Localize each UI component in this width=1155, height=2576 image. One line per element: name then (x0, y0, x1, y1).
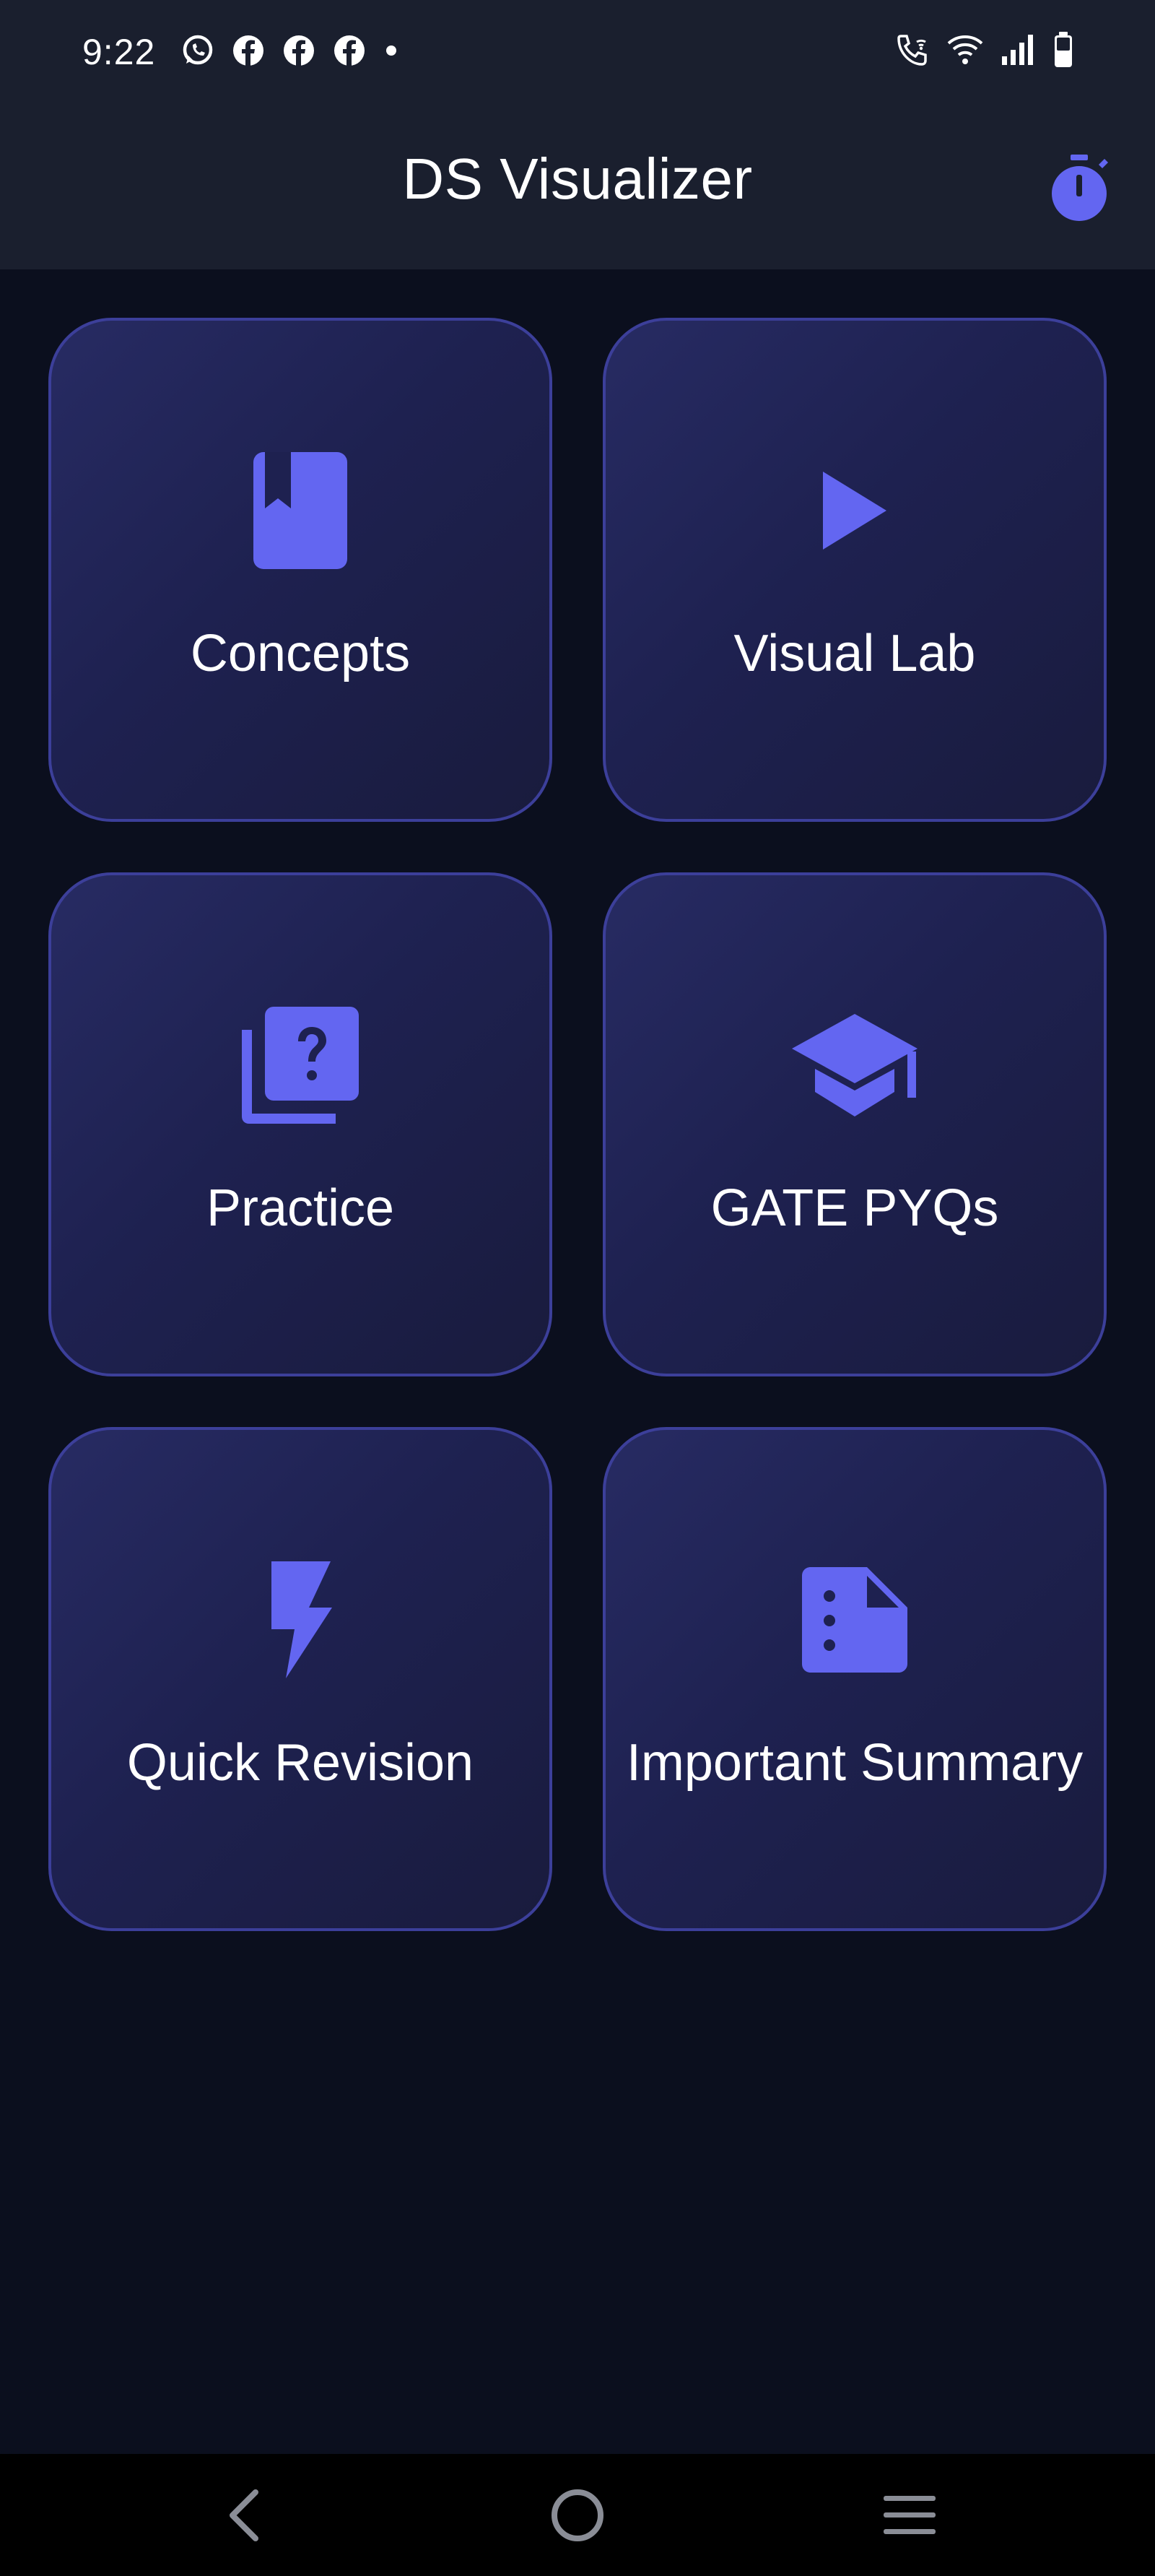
visual-lab-card[interactable]: Visual Lab (603, 318, 1107, 822)
facebook-icon (284, 35, 314, 66)
menu-grid: Concepts Visual Lab Practice GATE PYQs Q… (48, 318, 1107, 1931)
card-label: Quick Revision (126, 1734, 474, 1792)
app-bar: DS Visualizer (0, 101, 1155, 269)
recents-button[interactable] (866, 2483, 953, 2548)
practice-card[interactable]: Practice (48, 872, 552, 1376)
card-label: Important Summary (626, 1734, 1084, 1792)
important-summary-card[interactable]: Important Summary (603, 1427, 1107, 1931)
app-title: DS Visualizer (402, 147, 753, 211)
facebook-icon (233, 35, 263, 66)
quiz-icon (242, 1007, 359, 1124)
dot-icon (386, 45, 396, 56)
system-icons (895, 30, 1074, 69)
wifi-calling-icon (897, 35, 927, 66)
card-label: Concepts (190, 625, 411, 682)
status-bar: 9:22 (0, 0, 1155, 101)
timer-icon (1052, 155, 1108, 221)
book-bookmark-icon (253, 452, 347, 569)
notification-icons (180, 33, 400, 68)
card-label: Practice (206, 1179, 395, 1237)
facebook-icon (334, 35, 365, 66)
concepts-card[interactable]: Concepts (48, 318, 552, 822)
gate-pyqs-card[interactable]: GATE PYQs (603, 872, 1107, 1376)
document-icon (802, 1567, 907, 1673)
card-label: Visual Lab (733, 625, 976, 682)
card-label: GATE PYQs (710, 1179, 999, 1237)
signal-icon (1002, 35, 1033, 65)
home-icon (552, 2489, 603, 2541)
back-button[interactable] (201, 2483, 287, 2548)
status-time: 9:22 (82, 32, 156, 72)
battery-icon (1055, 32, 1072, 67)
quick-revision-card[interactable]: Quick Revision (48, 1427, 552, 1931)
back-icon (230, 2489, 258, 2541)
lightning-icon (271, 1561, 332, 1678)
wifi-icon (947, 35, 983, 64)
recents-icon (884, 2496, 936, 2534)
graduation-cap-icon (792, 1014, 918, 1116)
whatsapp-icon (183, 35, 213, 65)
system-nav-bar (0, 2454, 1155, 2576)
play-icon (823, 472, 886, 550)
home-button[interactable] (534, 2483, 621, 2548)
timer-button[interactable] (1048, 153, 1110, 224)
